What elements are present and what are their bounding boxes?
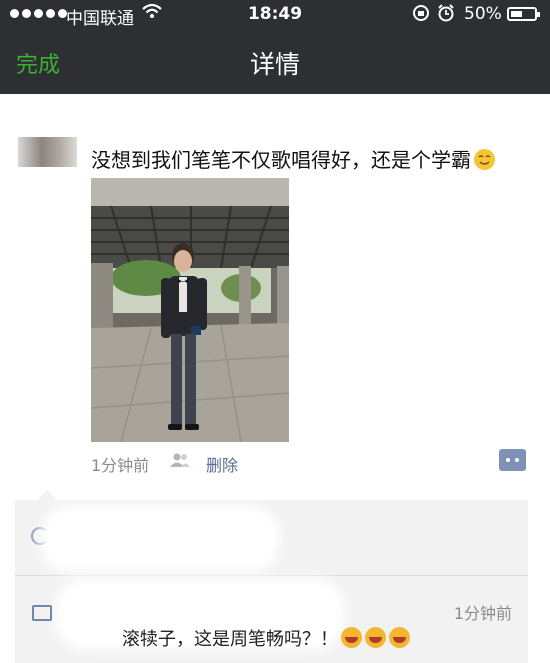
- delete-link[interactable]: 删除: [206, 452, 238, 476]
- post-text-line: 没想到我们笔笔不仅歌唱得好，还是个学霸: [91, 144, 495, 173]
- comment-text: 滚犊子，这是周笔畅吗？！: [122, 629, 338, 650]
- avatar[interactable]: [18, 137, 77, 167]
- comment-bubble-icon: [32, 605, 52, 621]
- comment-menu-icon[interactable]: [499, 449, 526, 471]
- comment-time: 1分钟前: [453, 604, 512, 623]
- page-title: 详情: [249, 50, 300, 79]
- status-bar: 中国联通 18:49 50%: [0, 0, 550, 30]
- comment-section: 1分钟前 滚犊子，这是周笔畅吗？！: [15, 490, 528, 663]
- top-bar: 中国联通 18:49 50% 完成 详情: [0, 0, 550, 94]
- redacted-likes: [40, 505, 280, 573]
- laughing-emoji-icon: [365, 627, 386, 648]
- battery-icon: [507, 7, 540, 21]
- battery-percentage: 50%: [464, 4, 502, 24]
- comment-text-line[interactable]: 滚犊子，这是周笔畅吗？！: [122, 625, 410, 651]
- post-photo[interactable]: [91, 178, 289, 442]
- laughing-emoji-icon: [341, 627, 362, 648]
- post-text: 没想到我们笔笔不仅歌唱得好，还是个学霸: [91, 148, 471, 172]
- post-time: 1分钟前: [91, 456, 150, 475]
- visibility-people-icon: [169, 452, 191, 468]
- likes-row: [15, 500, 528, 576]
- smile-emoji-icon: [474, 149, 495, 170]
- orientation-lock-icon: [412, 4, 430, 27]
- alarm-icon: [437, 4, 455, 27]
- laughing-emoji-icon: [389, 627, 410, 648]
